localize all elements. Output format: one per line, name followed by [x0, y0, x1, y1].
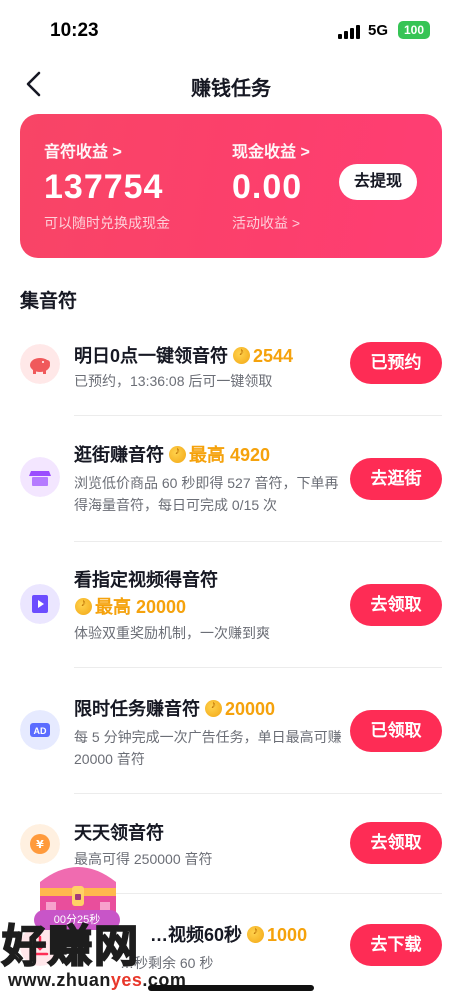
- reserved-button[interactable]: 已预约: [350, 342, 442, 384]
- network-label: 5G: [368, 22, 389, 39]
- task-reward-line: 最高 20000: [70, 593, 186, 619]
- claim-button[interactable]: 去领取: [350, 584, 442, 626]
- withdraw-button[interactable]: 去提现: [339, 164, 417, 200]
- claim-button[interactable]: 去领取: [350, 822, 442, 864]
- notes-earnings-value: 137754: [44, 168, 164, 206]
- page-title: 赚钱任务: [191, 78, 271, 100]
- battery-icon: 100: [398, 21, 430, 39]
- task-title: 天天领音符: [74, 823, 164, 843]
- task-desc: 体验双重奖励机制，一次赚到爽: [74, 625, 270, 641]
- status-bar: 10:23 5G 100: [0, 0, 462, 60]
- task-reward: 4920: [230, 445, 271, 465]
- notes-earnings-label[interactable]: 音符收益 >: [44, 138, 170, 162]
- cash-earnings-value: 0.00: [232, 168, 303, 206]
- task-reward: 20000: [225, 699, 276, 719]
- piggy-bank-icon: [20, 344, 60, 384]
- svg-text:¥: ¥: [36, 838, 44, 851]
- task-reward-prefix: 最高: [189, 445, 225, 465]
- watermark-text: 好赚网: [1, 920, 140, 973]
- store-icon: [20, 457, 60, 497]
- signal-icon: [338, 25, 360, 39]
- svg-text:AD: AD: [34, 726, 47, 736]
- task-item: AD 限时任务赚音符 20000 每 5 分钟完成一次广告任务，单日最高可赚 20…: [0, 668, 462, 794]
- task-reward: 2544: [253, 346, 294, 366]
- nav-bar: 赚钱任务: [0, 62, 462, 106]
- task-reward-prefix: 最高: [95, 597, 131, 617]
- watermark-url-prefix: www.zhuan: [8, 970, 111, 990]
- notes-earnings: 音符收益 > 137754 可以随时兑换成现金: [44, 138, 170, 233]
- task-title-text: 限时任务赚音符: [74, 699, 200, 719]
- cash-earnings: 现金收益 > 0.00 活动收益 >: [232, 138, 310, 233]
- task-title: 看指定视频得音符: [74, 570, 218, 590]
- watermark-url-accent: yes: [110, 970, 143, 990]
- task-title: 明日0点一键领音符 2544: [74, 342, 293, 368]
- notes-earnings-sub: 可以随时兑换成现金: [44, 215, 170, 231]
- task-title-text: 明日0点一键领音符: [74, 346, 229, 366]
- task-reward: 1000: [267, 925, 308, 945]
- coin-icon: [205, 699, 222, 717]
- task-reward: 20000: [136, 597, 187, 617]
- activity-earnings-link[interactable]: 活动收益 >: [232, 213, 310, 233]
- task-title: 限时任务赚音符 20000: [74, 695, 275, 721]
- task-item: 明日0点一键领音符 2544 已预约，13:36:08 后可一键领取 已预约: [0, 330, 462, 416]
- status-time: 10:23: [50, 20, 99, 41]
- task-title: 逛街赚音符 最高 4920: [74, 441, 270, 467]
- go-shopping-button[interactable]: 去逛街: [350, 458, 442, 500]
- home-indicator[interactable]: [148, 985, 314, 991]
- task-item: 看指定视频得音符 最高 20000 体验双重奖励机制，一次赚到爽 去领取: [0, 542, 462, 668]
- ad-icon: AD: [20, 710, 60, 750]
- claimed-button[interactable]: 已领取: [350, 710, 442, 752]
- task-desc: 浏览低价商品 60 秒即得 527 音符，下单再得海量音符，每日可完成 0/15…: [74, 475, 339, 513]
- coin-icon: [169, 445, 186, 463]
- download-button[interactable]: 去下载: [350, 924, 442, 966]
- task-desc: 已预约，13:36:08 后可一键领取: [74, 373, 273, 389]
- coin-icon: [233, 346, 251, 364]
- cash-earnings-label[interactable]: 现金收益 >: [232, 138, 310, 162]
- task-desc: 每 5 分钟完成一次广告任务，单日最高可赚 20000 音符: [74, 729, 342, 767]
- earnings-card: 音符收益 > 137754 可以随时兑换成现金 现金收益 > 0.00 活动收益…: [20, 114, 442, 258]
- video-icon: [20, 584, 60, 624]
- task-title-text: 逛街赚音符: [74, 445, 164, 465]
- section-title: 集音符: [20, 291, 78, 312]
- coin-icon: [247, 925, 265, 943]
- coin-icon: [75, 597, 92, 615]
- task-item: 逛街赚音符 最高 4920 浏览低价商品 60 秒即得 527 音符，下单再得海量…: [0, 416, 462, 542]
